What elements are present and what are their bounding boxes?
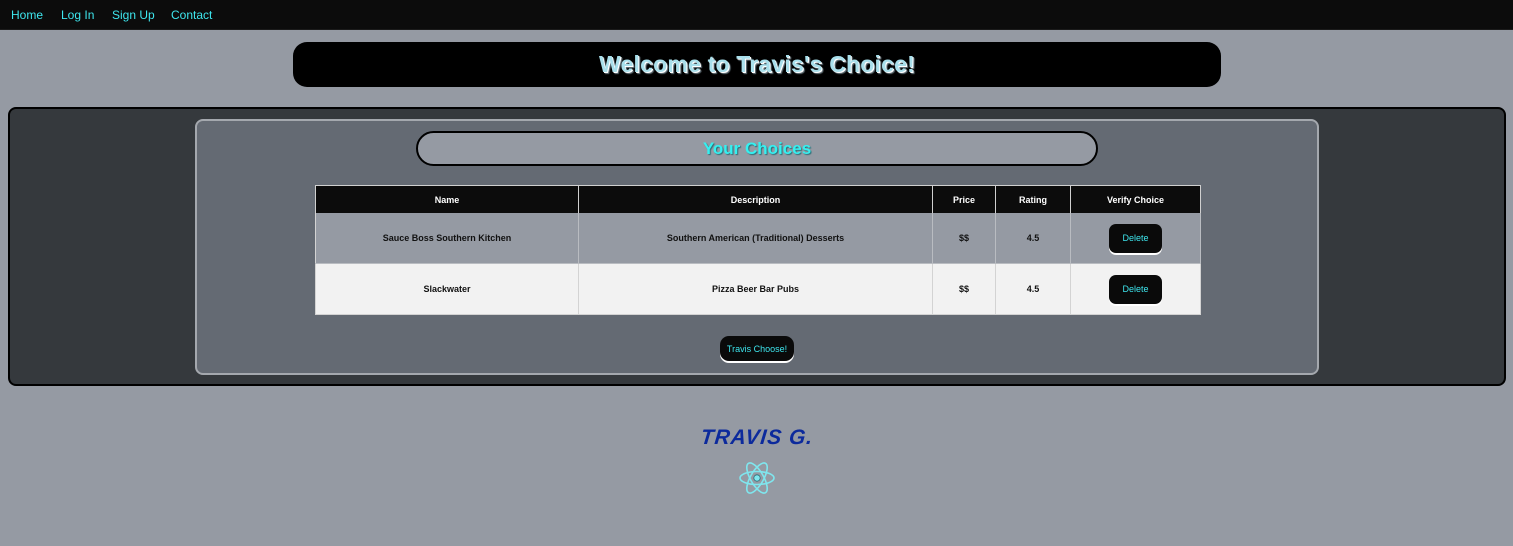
cell-description: Southern American (Traditional) Desserts <box>578 213 933 264</box>
nav-home-link[interactable]: Home <box>11 8 43 22</box>
column-header-rating: Rating <box>995 185 1071 213</box>
atom-icon <box>739 462 775 494</box>
table-row: Sauce Boss Southern Kitchen Southern Ame… <box>315 213 1201 264</box>
page-title: Welcome to Travis's Choice! <box>599 51 915 77</box>
choices-header: Your Choices <box>416 131 1098 166</box>
travis-choose-button[interactable]: Travis Choose! <box>720 336 794 361</box>
delete-button[interactable]: Delete <box>1109 274 1162 304</box>
footer-logo-text: TRAVIS G. <box>699 426 815 449</box>
cell-description: Pizza Beer Bar Pubs <box>578 263 933 315</box>
table-row: Slackwater Pizza Beer Bar Pubs $$ 4.5 De… <box>315 263 1201 315</box>
cell-rating: 4.5 <box>995 263 1071 315</box>
nav-contact-link[interactable]: Contact <box>171 8 212 22</box>
choices-table: Name Description Price Rating Verify Cho… <box>315 185 1201 315</box>
cell-price: $$ <box>932 213 996 264</box>
top-navbar: Home Log In Sign Up Contact <box>0 0 1513 30</box>
column-header-verify-choice: Verify Choice <box>1070 185 1201 213</box>
column-header-description: Description <box>578 185 933 213</box>
column-header-name: Name <box>315 185 579 213</box>
choices-title: Your Choices <box>702 138 812 158</box>
table-header-row: Name Description Price Rating Verify Cho… <box>315 185 1201 213</box>
cell-verify-choice: Delete <box>1070 213 1201 264</box>
nav-signup-link[interactable]: Sign Up <box>112 8 155 22</box>
nav-login-link[interactable]: Log In <box>61 8 94 22</box>
cell-rating: 4.5 <box>995 213 1071 264</box>
cell-verify-choice: Delete <box>1070 263 1201 315</box>
column-header-price: Price <box>932 185 996 213</box>
cell-name: Sauce Boss Southern Kitchen <box>315 213 579 264</box>
delete-button[interactable]: Delete <box>1109 223 1162 253</box>
hero-banner: Welcome to Travis's Choice! <box>293 42 1221 87</box>
cell-price: $$ <box>932 263 996 315</box>
cell-name: Slackwater <box>315 263 579 315</box>
